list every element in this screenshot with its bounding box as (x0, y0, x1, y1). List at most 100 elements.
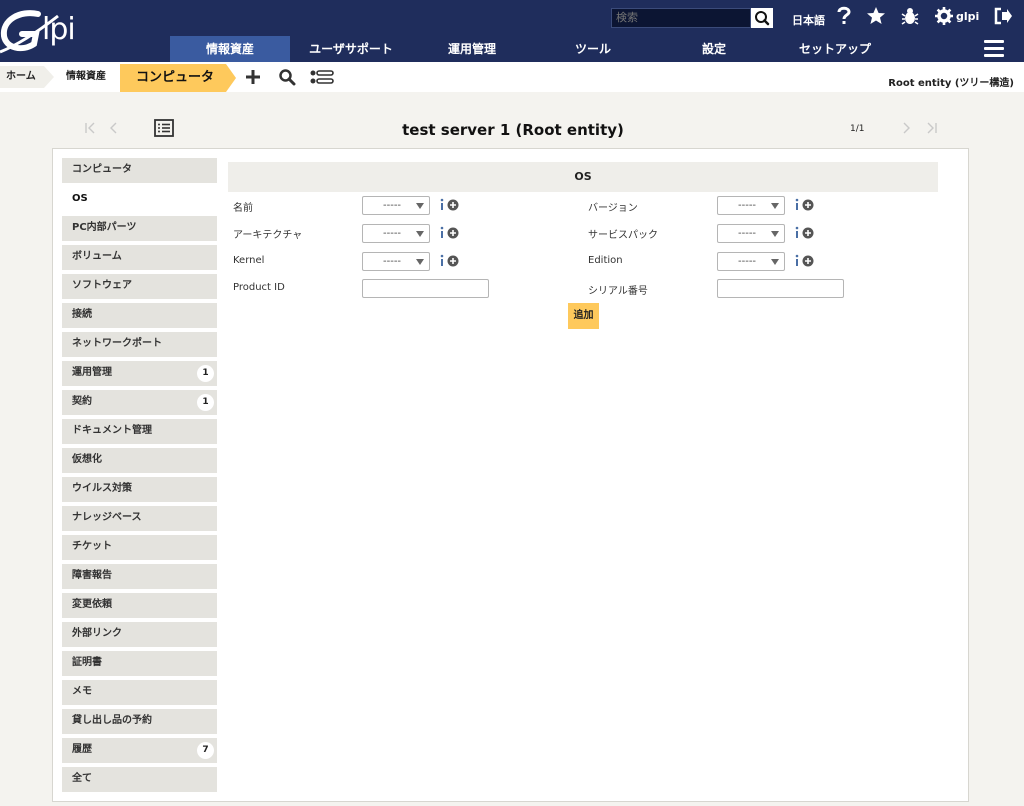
edition-select[interactable]: ----- (717, 252, 785, 271)
menu-assistance[interactable]: ユーザサポート (290, 36, 412, 62)
serial-input[interactable] (717, 279, 844, 298)
architecture-label: アーキテクチャ (233, 230, 303, 241)
bug-icon[interactable] (900, 6, 920, 26)
hamburger-menu-icon[interactable] (984, 40, 1004, 58)
tab-count-badge: 1 (197, 394, 214, 411)
tab-label: 仮想化 (72, 454, 102, 465)
info-add-icon[interactable] (794, 198, 816, 212)
tab-item[interactable]: 契約 1 (62, 390, 217, 415)
last-page-icon[interactable] (926, 122, 938, 134)
help-icon[interactable] (836, 6, 852, 26)
main-menu: 情報資産 ユーザサポート 運用管理 ツール 設定 セットアップ (0, 36, 1024, 62)
tab-item[interactable]: 接続 (62, 303, 217, 328)
tab-item[interactable]: OS (62, 187, 217, 212)
breadcrumb-assets[interactable]: 情報資産 (60, 66, 116, 88)
list-view-icon[interactable] (154, 119, 174, 137)
item-panel: コンピュータ OS PC内部パーツ ボリュームソフトウェア接続ネットワークポート運用管… (52, 148, 969, 802)
user-name[interactable]: glpi (956, 10, 979, 23)
architecture-select[interactable]: ----- (362, 224, 430, 243)
tab-label: PC内部パーツ (72, 222, 137, 233)
serial-label: シリアル番号 (588, 286, 648, 297)
architecture-select-value: ----- (383, 228, 402, 239)
servicepack-label: サービスパック (588, 230, 658, 241)
search-input[interactable] (611, 8, 751, 28)
tab-label: 貸し出し品の予約 (72, 715, 152, 726)
tab-item[interactable]: 変更依頼 (62, 593, 217, 618)
star-icon[interactable] (866, 6, 886, 26)
tab-label: 証明書 (72, 657, 102, 668)
version-select[interactable]: ----- (717, 196, 785, 215)
tab-label: ネットワークポート (72, 338, 162, 349)
tab-item[interactable]: ナレッジベース (62, 506, 217, 531)
info-add-icon[interactable] (439, 198, 461, 212)
tab-label: コンピュータ (72, 164, 132, 175)
info-add-icon[interactable] (794, 226, 816, 240)
tab-item[interactable]: 障害報告 (62, 564, 217, 589)
breadcrumb-home[interactable]: ホーム (0, 66, 44, 88)
tab-label: ボリューム (72, 251, 122, 262)
tab-item[interactable]: ソフトウェア (62, 274, 217, 299)
gear-icon[interactable] (935, 7, 953, 25)
tab-label: メモ (72, 686, 92, 697)
edition-label: Edition (588, 255, 623, 266)
servicepack-select-value: ----- (738, 228, 757, 239)
tab-label: 外部リンク (72, 628, 122, 639)
menu-management[interactable]: 運用管理 (412, 36, 532, 62)
menu-setup[interactable]: セットアップ (774, 36, 896, 62)
tab-item[interactable]: コンピュータ (62, 158, 217, 183)
name-select[interactable]: ----- (362, 196, 430, 215)
list-icon[interactable] (310, 70, 334, 85)
previous-page-icon[interactable] (108, 122, 120, 134)
breadcrumb-current[interactable]: コンピュータ (120, 64, 226, 92)
tab-item[interactable]: 仮想化 (62, 448, 217, 473)
search-button[interactable] (751, 8, 773, 28)
tab-item[interactable]: 外部リンク (62, 622, 217, 647)
language-selector[interactable]: 日本語 (792, 12, 825, 28)
tab-item[interactable]: 証明書 (62, 651, 217, 676)
next-page-icon[interactable] (900, 122, 912, 134)
productid-input[interactable] (362, 279, 489, 298)
version-select-value: ----- (738, 200, 757, 211)
tab-item[interactable]: 運用管理 1 (62, 361, 217, 386)
tab-label: 全て (72, 773, 92, 784)
info-add-icon[interactable] (794, 254, 816, 268)
tab-item[interactable]: ボリューム (62, 245, 217, 270)
servicepack-select[interactable]: ----- (717, 224, 785, 243)
tab-label: ドキュメント管理 (72, 425, 152, 436)
tab-label: ウイルス対策 (72, 483, 132, 494)
kernel-select-value: ----- (383, 256, 402, 267)
tab-item[interactable]: ネットワークポート (62, 332, 217, 357)
top-header: lpi 日本語 glpi 情報資産 ユーザサポート 運用管理 ツール 設定 セッ… (0, 0, 1024, 62)
tab-item[interactable]: ドキュメント管理 (62, 419, 217, 444)
kernel-select[interactable]: ----- (362, 252, 430, 271)
add-button[interactable]: 追加 (568, 303, 599, 329)
search-icon[interactable] (278, 68, 296, 86)
kernel-label: Kernel (233, 255, 265, 266)
tab-label: 障害報告 (72, 570, 112, 581)
tab-count-badge: 1 (197, 365, 214, 382)
menu-tools[interactable]: ツール (532, 36, 654, 62)
first-page-icon[interactable] (84, 122, 96, 134)
menu-assets[interactable]: 情報資産 (170, 36, 290, 62)
tab-item[interactable]: 履歴 7 (62, 738, 217, 763)
tab-item[interactable]: ウイルス対策 (62, 477, 217, 502)
tab-item[interactable]: チケット (62, 535, 217, 560)
tab-item[interactable]: メモ (62, 680, 217, 705)
tab-item[interactable]: 全て (62, 767, 217, 792)
tab-label: 契約 (72, 396, 92, 407)
tab-item[interactable]: PC内部パーツ (62, 216, 217, 241)
tab-label: 履歴 (72, 744, 92, 755)
tab-label: 変更依頼 (72, 599, 112, 610)
tab-label: チケット (72, 541, 112, 552)
edition-select-value: ----- (738, 256, 757, 267)
info-add-icon[interactable] (439, 254, 461, 268)
entity-label[interactable]: Root entity (ツリー構造) (888, 74, 1014, 89)
tab-label: OS (72, 193, 88, 204)
tab-item[interactable]: 貸し出し品の予約 (62, 709, 217, 734)
add-icon[interactable] (244, 68, 262, 86)
name-select-value: ----- (383, 200, 402, 211)
info-add-icon[interactable] (439, 226, 461, 240)
tab-label: 接続 (72, 309, 92, 320)
logout-icon[interactable] (993, 7, 1013, 25)
menu-administration[interactable]: 設定 (654, 36, 774, 62)
